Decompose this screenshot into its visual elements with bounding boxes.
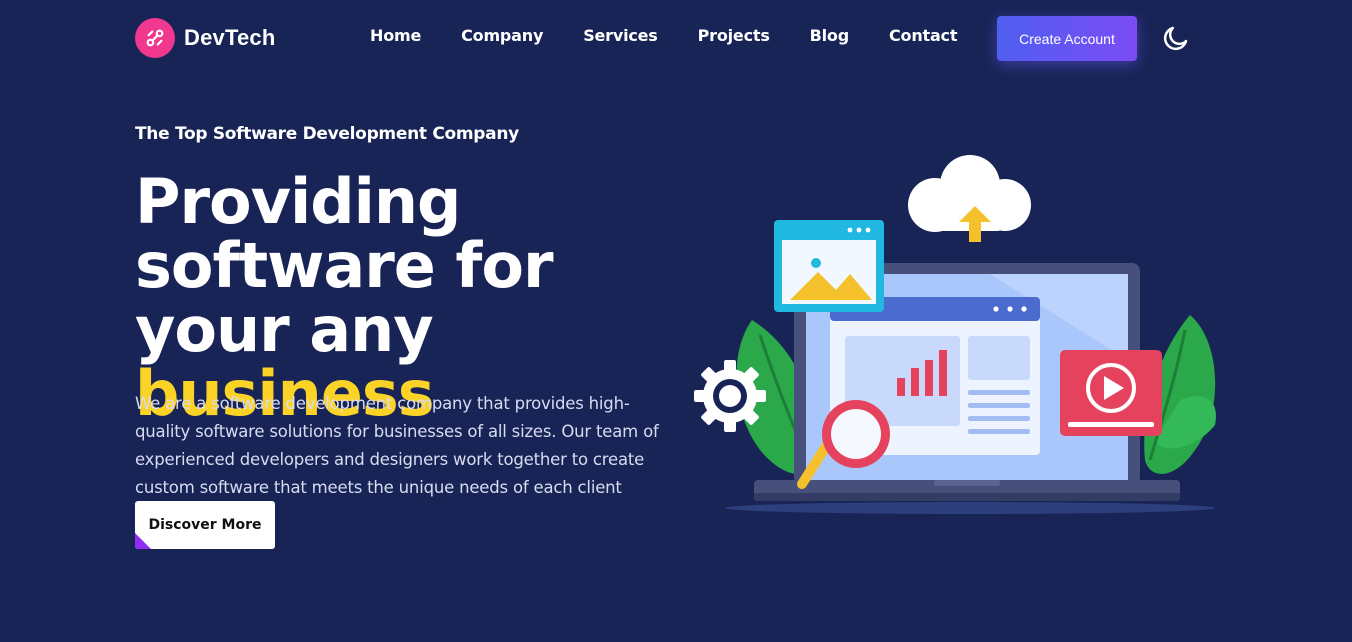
gear-icon bbox=[694, 360, 766, 432]
hero-illustration bbox=[694, 155, 1216, 514]
button-corner-accent bbox=[135, 533, 151, 549]
brand-name: DevTech bbox=[184, 25, 276, 50]
nav-contact[interactable]: Contact bbox=[889, 26, 958, 45]
nav-company[interactable]: Company bbox=[461, 26, 543, 45]
nav-projects[interactable]: Projects bbox=[698, 26, 770, 45]
discover-more-button[interactable]: Discover More bbox=[135, 501, 275, 549]
hero-headline: Providing software for your any business bbox=[135, 170, 695, 426]
hero-eyebrow: The Top Software Development Company bbox=[135, 124, 519, 144]
theme-toggle-button[interactable] bbox=[1160, 22, 1192, 54]
cloud-upload-icon bbox=[908, 155, 1031, 242]
moon-icon bbox=[1163, 26, 1188, 51]
headline-text: Providing software for your any bbox=[135, 165, 554, 366]
create-account-button[interactable]: Create Account bbox=[997, 16, 1137, 61]
logo[interactable]: DevTech bbox=[135, 18, 275, 58]
main-nav: Home Company Services Projects Blog Cont… bbox=[370, 26, 957, 45]
video-player-icon bbox=[1060, 350, 1162, 436]
image-card-icon bbox=[774, 220, 884, 312]
laptop-shadow bbox=[725, 502, 1215, 514]
site-header: DevTech Home Company Services Projects B… bbox=[0, 0, 1352, 76]
nav-home[interactable]: Home bbox=[370, 26, 421, 45]
nav-blog[interactable]: Blog bbox=[810, 26, 850, 45]
link-icon bbox=[135, 18, 175, 58]
hero-description: We are a software development company th… bbox=[135, 394, 659, 497]
page: DevTech Home Company Services Projects B… bbox=[0, 0, 1352, 642]
discover-more-label: Discover More bbox=[148, 517, 262, 533]
nav-services[interactable]: Services bbox=[583, 26, 658, 45]
